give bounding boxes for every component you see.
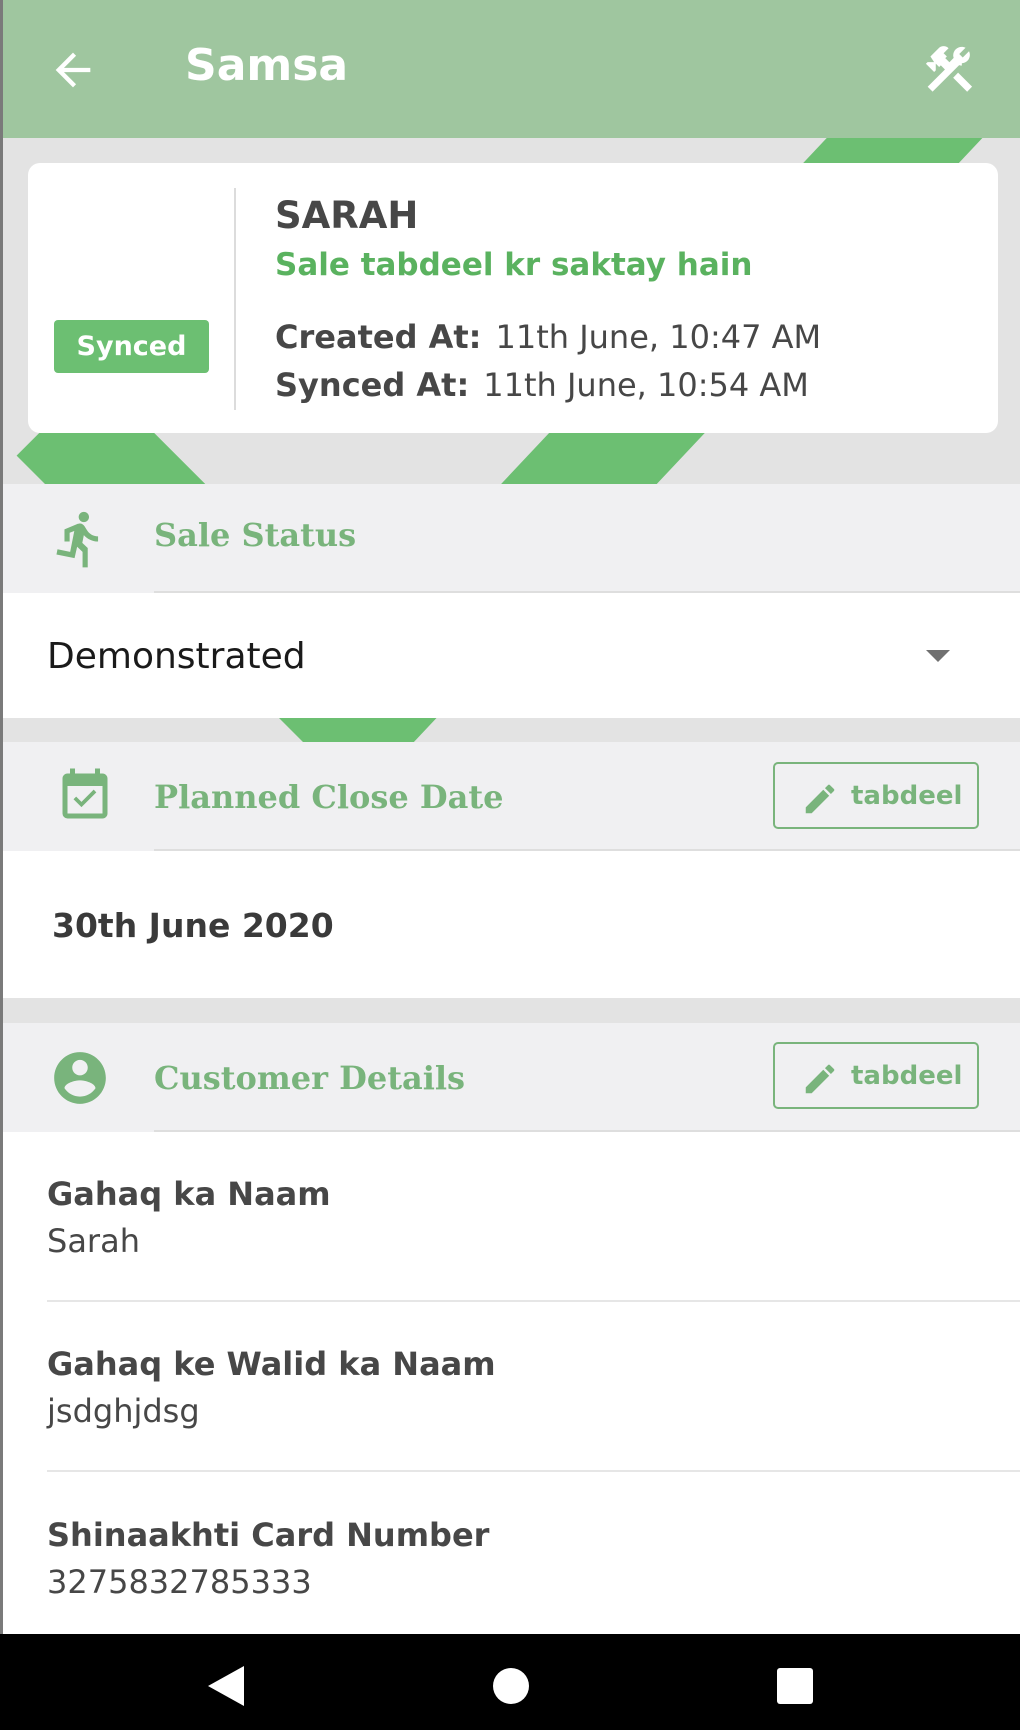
edit-customer-button[interactable]: tabdeel [773,1042,979,1109]
arrow-left-icon[interactable] [47,44,99,96]
synced-at-row: Synced At: 11th June, 10:54 AM [275,366,809,404]
customer-details-title: Customer Details [154,1059,466,1097]
customer-name-heading: SARAH [275,194,419,237]
field-divider [47,1300,1020,1302]
system-nav-bar [0,1634,1020,1730]
created-at-label: Created At: [275,318,482,356]
nav-back-icon[interactable] [206,1664,246,1708]
nav-home-icon[interactable] [492,1667,530,1705]
id-card-label: Shinaakhti Card Number [47,1516,490,1554]
chevron-down-icon[interactable] [926,650,950,662]
customer-name-label: Gahaq ka Naam [47,1175,331,1213]
planned-close-title: Planned Close Date [154,778,504,816]
created-at-value: 11th June, 10:47 AM [495,318,822,356]
status-badge: Synced [54,320,209,373]
created-at-row: Created At: 11th June, 10:47 AM [275,318,821,356]
customer-name-value: Sarah [47,1222,140,1260]
field-divider [47,1470,1020,1472]
pencil-icon [805,1064,835,1094]
synced-at-label: Synced At: [275,366,470,404]
sale-status-header: Sale Status [3,484,1020,593]
app-title: Samsa [185,40,349,91]
editable-note: Sale tabdeel kr saktay hain [275,247,753,283]
nav-recents-icon[interactable] [776,1667,814,1705]
account-circle-icon [54,1052,106,1104]
app-bar: Samsa [3,0,1020,138]
father-name-value: jsdghjdsg [47,1392,200,1430]
edit-button-label: tabdeel [851,781,963,811]
id-card-value: 3275832785333 [47,1563,312,1601]
tools-icon[interactable] [921,42,977,98]
calendar-check-icon [62,768,108,819]
planned-close-value: 30th June 2020 [52,906,334,945]
edit-close-date-button[interactable]: tabdeel [773,762,979,829]
running-person-icon [56,511,99,568]
synced-at-value: 11th June, 10:54 AM [483,366,809,404]
pencil-icon [805,784,835,814]
card-divider [234,188,236,410]
sale-status-selected[interactable]: Demonstrated [47,636,306,677]
father-name-label: Gahaq ke Walid ka Naam [47,1345,496,1383]
sale-status-title: Sale Status [154,516,357,554]
edit-button-label: tabdeel [851,1061,963,1091]
